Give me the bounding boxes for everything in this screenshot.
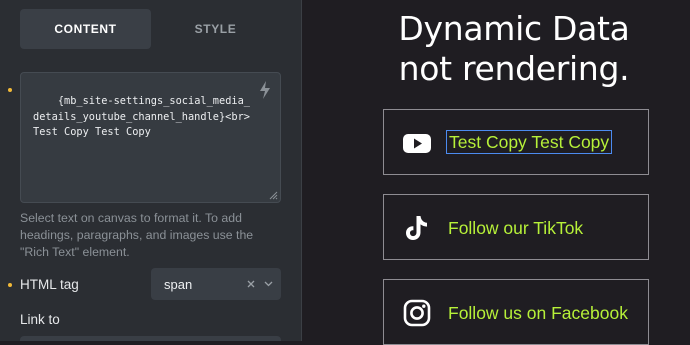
dynamic-data-bolt-icon[interactable] [259, 81, 271, 99]
help-text: Select text on canvas to format it. To a… [20, 211, 254, 259]
tab-content[interactable]: CONTENT [20, 9, 151, 49]
clear-icon[interactable] [247, 280, 255, 288]
link-to-select[interactable] [20, 336, 281, 341]
instagram-icon [403, 299, 431, 327]
builder-panel: CONTENT STYLE {mb_site-settings_social_m… [0, 0, 301, 341]
html-tag-select[interactable]: span [151, 268, 281, 300]
youtube-button[interactable]: Test Copy Test Copy [383, 109, 649, 175]
page-heading[interactable]: Dynamic Data not rendering. [374, 9, 654, 89]
tab-style[interactable]: STYLE [150, 9, 281, 49]
youtube-icon [403, 134, 431, 153]
resize-handle-icon[interactable] [267, 189, 278, 200]
tiktok-icon [406, 216, 427, 240]
tiktok-button[interactable]: Follow our TikTok [383, 194, 649, 260]
text-content-field[interactable]: {mb_site-settings_social_media_details_y… [20, 72, 281, 203]
setting-changed-indicator [8, 88, 12, 92]
chevron-down-icon[interactable] [264, 281, 273, 287]
panel-divider [301, 0, 302, 341]
tiktok-button-label: Follow our TikTok [448, 218, 584, 238]
heading-line: not rendering. [398, 49, 630, 88]
text-content-value: {mb_site-settings_social_media_details_y… [33, 95, 250, 138]
html-tag-value: span [164, 277, 193, 292]
setting-changed-indicator [8, 283, 12, 287]
instagram-button-label: Follow us on Facebook [448, 303, 628, 323]
youtube-button-label[interactable]: Test Copy Test Copy [445, 130, 613, 154]
instagram-button[interactable]: Follow us on Facebook [383, 279, 649, 345]
heading-line: Dynamic Data [398, 9, 630, 48]
link-to-label: Link to [20, 312, 60, 327]
html-tag-label: HTML tag [20, 277, 79, 292]
